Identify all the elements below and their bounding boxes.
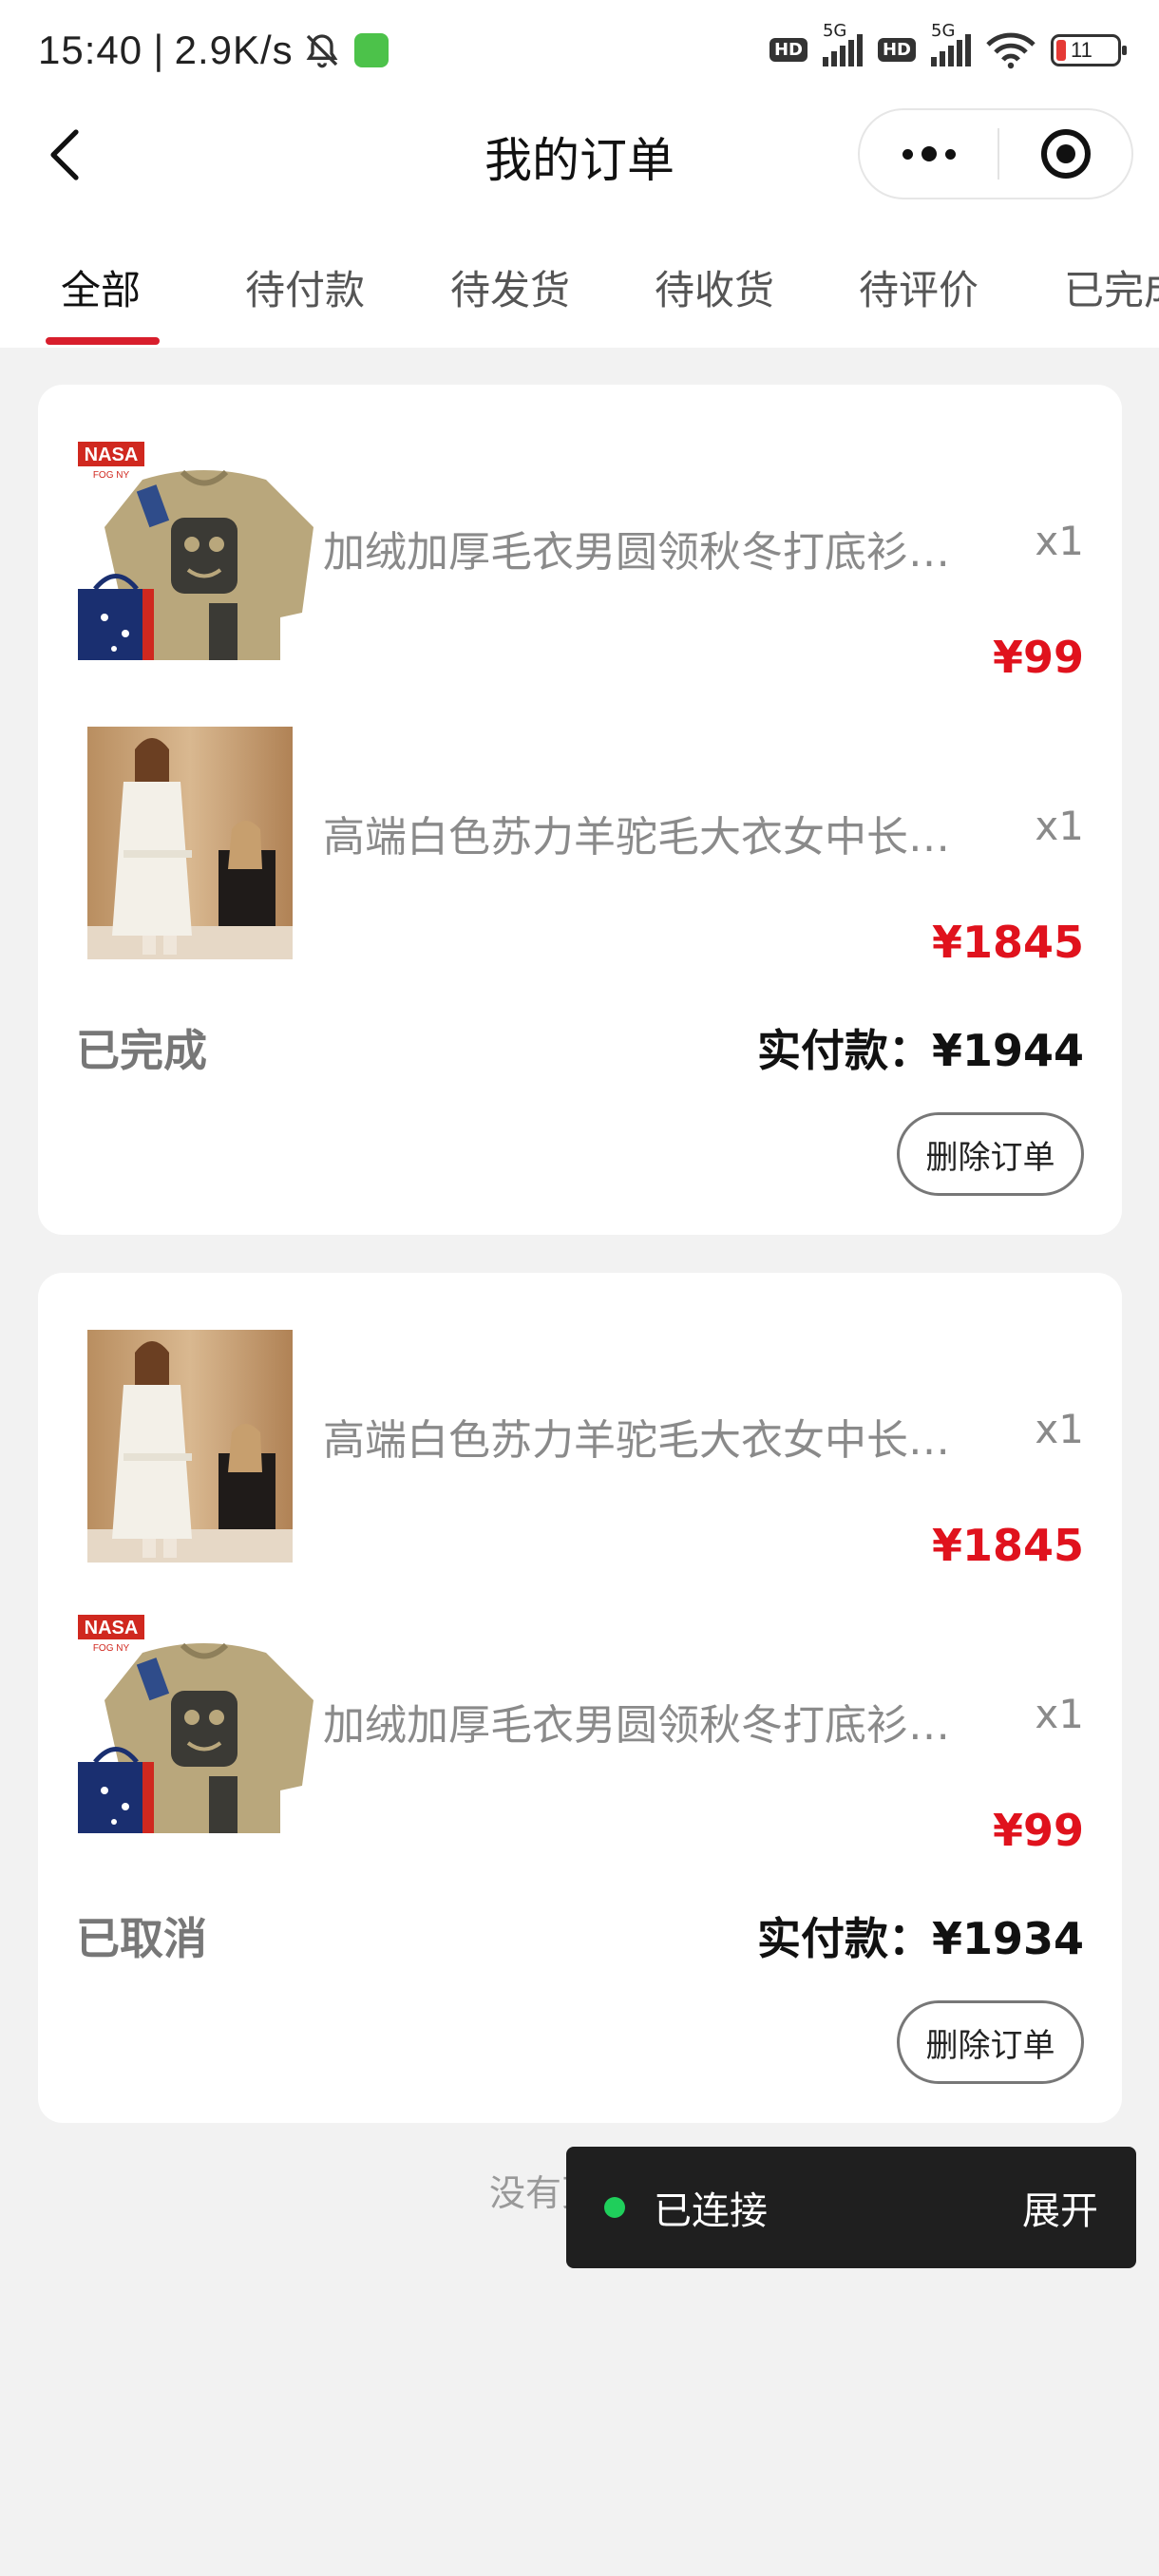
sweater-image: NASA FOG NY	[76, 1596, 332, 1862]
battery-level: 11	[1071, 37, 1092, 62]
order-status: 已取消	[76, 1913, 207, 1964]
product-price: ¥99	[992, 632, 1084, 683]
product-image-sweater: NASA FOG NY	[76, 423, 332, 689]
sweater-image: NASA FOG NY	[76, 423, 332, 689]
product-title: 加绒加厚毛衣男圆领秋冬打底衫…	[323, 528, 950, 577]
order-item[interactable]: 高端白色苏力羊驼毛大衣女中长… x1 ¥1845	[38, 1311, 1122, 1577]
delete-order-button[interactable]: 删除订单	[897, 1112, 1084, 1196]
svg-text:NASA: NASA	[85, 445, 139, 465]
svg-text:FOG NY: FOG NY	[93, 1643, 130, 1654]
app-notification-icon	[353, 32, 389, 67]
expand-button[interactable]: 展开	[1022, 2180, 1098, 2235]
order-item[interactable]: 高端白色苏力羊驼毛大衣女中长… x1 ¥1845	[38, 708, 1122, 974]
bell-off-icon	[306, 33, 338, 67]
product-title: 高端白色苏力羊驼毛大衣女中长…	[323, 1416, 950, 1465]
cell-signal-icon-2: 5G	[931, 21, 971, 66]
product-price: ¥1845	[931, 1520, 1084, 1571]
product-image-coat	[76, 1311, 332, 1577]
signal-label-2: 5G	[931, 20, 956, 41]
status-separator: |	[152, 28, 165, 72]
tab-pending-receipt[interactable]: 待收货	[655, 258, 774, 316]
order-card: 高端白色苏力羊驼毛大衣女中长… x1 ¥1845 NASA FOG NY 加绒加…	[38, 1273, 1122, 2123]
nav-bar: 我的订单	[0, 100, 1159, 209]
coat-image	[87, 1330, 293, 1563]
hd-badge-1: HD	[769, 38, 808, 62]
connection-toast: 已连接 展开	[566, 2147, 1136, 2268]
connected-dot-icon	[604, 2197, 625, 2218]
product-price: ¥1845	[931, 917, 1084, 968]
status-bar: 15:40 | 2.9K/s HD 5G HD 5G 11	[0, 0, 1159, 100]
order-item[interactable]: NASA FOG NY 加绒加厚毛衣男圆领秋冬打底衫… x1 ¥99	[38, 1596, 1122, 1862]
tab-pending-shipment[interactable]: 待发货	[450, 258, 570, 316]
order-tabs: 全部 待付款 待发货 待收货 待评价 已完成	[0, 209, 1159, 348]
order-total: 实付款：¥1944	[756, 1025, 1084, 1076]
hd-badge-2: HD	[877, 38, 916, 62]
mini-program-capsule	[858, 108, 1133, 199]
order-total: 实付款：¥1934	[756, 1913, 1084, 1964]
dot-icon	[902, 148, 913, 160]
product-title: 高端白色苏力羊驼毛大衣女中长…	[323, 813, 950, 862]
cell-signal-icon-1: 5G	[822, 21, 863, 66]
wifi-icon	[986, 32, 1036, 68]
order-card: NASA FOG NY 加绒加厚毛衣男圆领秋冬打底衫… x1 ¥99 高端白色苏…	[38, 385, 1122, 1235]
product-quantity: x1	[1035, 803, 1084, 849]
tab-pending-review[interactable]: 待评价	[859, 258, 978, 316]
product-image-sweater: NASA FOG NY	[76, 1596, 332, 1862]
tab-completed[interactable]: 已完成	[1064, 258, 1159, 316]
more-menu-button[interactable]	[860, 110, 998, 198]
order-item[interactable]: NASA FOG NY 加绒加厚毛衣男圆领秋冬打底衫… x1 ¥99	[38, 423, 1122, 689]
target-icon	[1040, 129, 1091, 179]
battery-icon: 11	[1051, 33, 1127, 66]
signal-label-1: 5G	[822, 20, 847, 41]
status-net-speed: 2.9K/s	[174, 27, 294, 72]
svg-text:FOG NY: FOG NY	[93, 470, 130, 481]
active-tab-indicator	[46, 337, 160, 345]
status-time: 15:40	[38, 27, 143, 72]
coat-image	[87, 727, 293, 959]
product-quantity: x1	[1035, 1406, 1084, 1452]
dot-icon	[944, 148, 956, 160]
delete-order-button[interactable]: 删除订单	[897, 2000, 1084, 2084]
product-quantity: x1	[1035, 518, 1084, 564]
product-title: 加绒加厚毛衣男圆领秋冬打底衫…	[323, 1701, 950, 1750]
toast-message: 已连接	[654, 2189, 768, 2233]
tab-pending-payment[interactable]: 待付款	[245, 258, 365, 316]
svg-text:NASA: NASA	[85, 1618, 139, 1638]
order-status: 已完成	[76, 1025, 207, 1076]
close-mini-program-button[interactable]	[999, 129, 1131, 179]
product-quantity: x1	[1035, 1691, 1084, 1737]
product-image-coat	[76, 708, 332, 974]
dot-icon	[921, 146, 937, 161]
product-price: ¥99	[992, 1805, 1084, 1856]
tab-all[interactable]: 全部	[61, 258, 141, 316]
